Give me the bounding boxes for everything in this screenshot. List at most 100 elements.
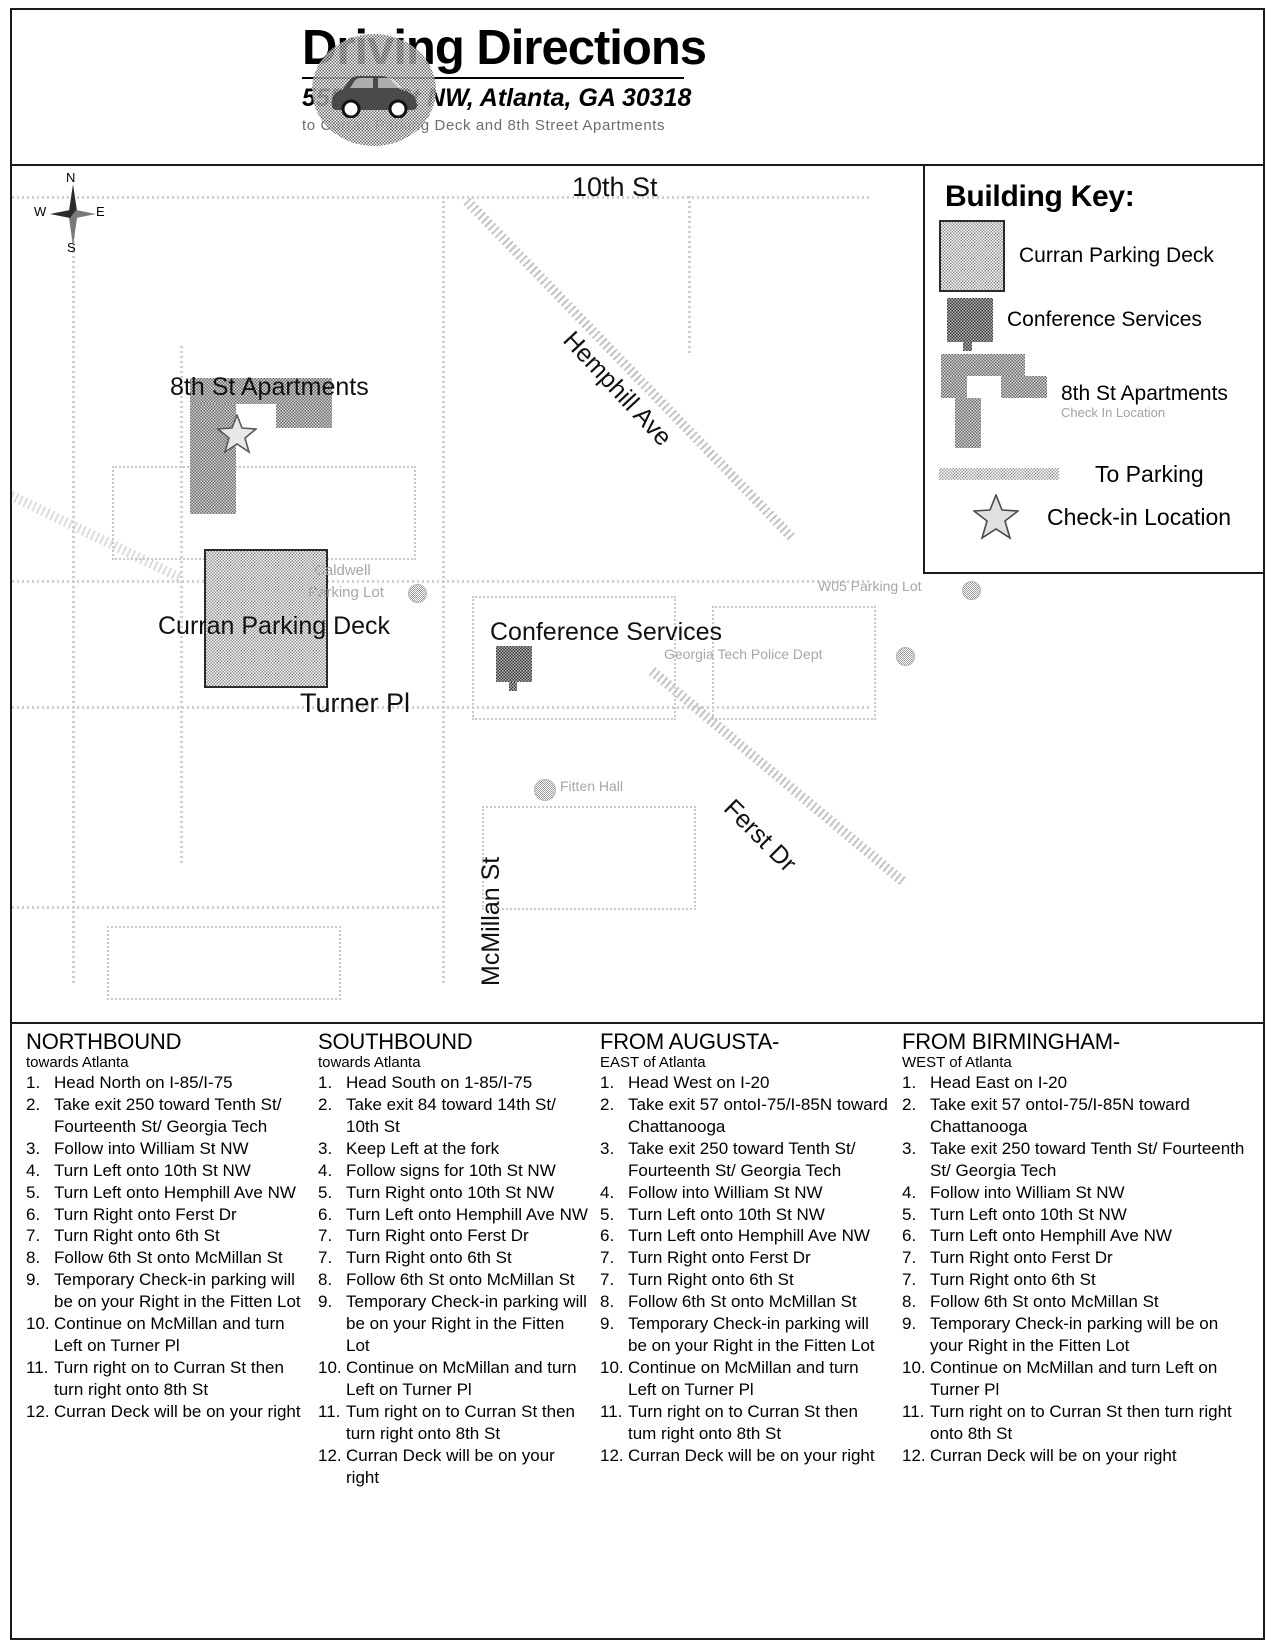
step-number: 7. [902,1270,917,1290]
directions-heading: NORTHBOUND [26,1029,182,1054]
conference-services-swatch-icon [947,298,993,351]
step-number: 7. [600,1248,615,1268]
direction-step: 7. Turn Right onto 6th St [600,1269,890,1291]
map-road-faint [442,196,445,986]
map-label-caldwell-line1: Caldwell [314,562,371,579]
document-header: Driving Directions 555 8th St NW, Atlant… [12,10,1263,166]
direction-step: 1. Head East on I-20 [902,1072,1251,1094]
campus-map[interactable]: N S W E 10th St Hemphill Ave Ferst Dr Mc… [12,166,1263,1024]
compass-needle-icon [50,184,96,246]
step-number: 5. [318,1182,333,1202]
step-number: 12. [600,1445,624,1465]
step-text: Follow into William St NW [930,1182,1125,1202]
map-parcel [107,926,341,1000]
step-text: Head West on I-20 [628,1073,770,1092]
directions-subheading: towards Atlanta [26,1053,129,1071]
step-number: 5. [26,1182,41,1202]
compass-east-label: E [96,204,105,219]
step-text: Turn right on to Curran St then turn rig… [930,1401,1232,1443]
step-number: 6. [26,1204,41,1224]
direction-step: 10. Continue on McMillan and turn Left on… [26,1313,306,1357]
step-number: 8. [600,1292,615,1312]
direction-step: 8. Follow 6th St onto McMillan St [902,1291,1251,1313]
direction-step: 9. Temporary Check-in parking will be on … [902,1313,1251,1357]
step-text: Take exit 57 ontoI-75/I-85N toward Chatt… [930,1094,1190,1136]
curran-deck-swatch-icon [939,220,1005,292]
step-number: 7. [902,1248,917,1268]
step-number: 2. [318,1094,333,1114]
direction-step: 10. Continue on McMillan and turn Left on… [600,1357,890,1401]
map-label-conference-services: Conference Services [490,618,723,646]
direction-step: 1. Head West on I-20 [600,1072,890,1094]
step-text: Turn Left onto 10th St NW [54,1160,251,1180]
step-text: Follow into William St NW [628,1182,823,1202]
map-road-faint [72,206,75,986]
direction-step: 9. Temporary Check-in parking will be on … [600,1313,890,1357]
directions-column-from-augusta: FROM AUGUSTA- EAST of Atlanta 1. Head Wes… [594,1030,896,1628]
page-frame: Driving Directions 555 8th St NW, Atlant… [10,8,1265,1640]
step-number: 6. [902,1226,917,1246]
map-label-gt-police-dept: Georgia Tech Police Dept [664,646,823,662]
building-conference-services[interactable] [496,646,532,682]
step-text: Take exit 250 toward Tenth St/ Fourteent… [54,1094,282,1136]
step-text: Continue on McMillan and turn Left on Tu… [628,1357,859,1399]
step-text: Temporary Check-in parking will be on yo… [930,1314,1219,1356]
step-number: 11. [318,1401,341,1421]
directions-column-northbound: NORTHBOUND towards Atlanta 1. Head North … [20,1030,312,1628]
directions-subheading: EAST of Atlanta [600,1053,706,1071]
apartments-swatch-icon [939,354,1047,448]
step-number: 3. [902,1138,917,1158]
step-number: 1. [902,1073,917,1092]
direction-step: 5. Turn Left onto 10th St NW [600,1204,890,1226]
map-parcel [482,806,696,910]
direction-step: 8. Follow 6th St onto McMillan St [318,1269,588,1291]
step-number: 10. [318,1357,342,1377]
directions-column-southbound: SOUTHBOUND towards Atlanta 1. Head South … [312,1030,594,1628]
map-label-hemphill-ave: Hemphill Ave [557,326,678,452]
key-label-8th-st-apartments-sub: Check In Location [1061,404,1166,420]
direction-step: 4. Turn Left onto 10th St NW [26,1160,306,1182]
step-text: Turn Right onto Ferst Dr [346,1226,529,1246]
building-conference-services-stub [509,682,517,691]
key-row-to-parking: To Parking [939,462,1249,486]
step-number: 1. [318,1073,333,1092]
direction-step: 11. Turn right on to Curran St then turn … [902,1401,1251,1445]
direction-step: 12. Curran Deck will be on your right [318,1445,588,1489]
direction-step: 2. Take exit 57 ontoI-75/I-85N toward Cha… [902,1094,1251,1138]
step-number: 9. [902,1314,917,1334]
step-text: Head North on I-85/I-75 [54,1073,233,1092]
compass-west-label: W [34,204,47,219]
key-row-8th-st-apartments: 8th St Apartments Check In Location [939,354,1249,448]
step-text: Curran Deck will be on your right [346,1445,555,1487]
map-label-caldwell-line2: Parking Lot [308,584,384,601]
step-text: Curran Deck will be on your right [930,1445,1177,1465]
directions-step-list: 1. Head East on I-20 2. Take exit 57 ontoI… [902,1072,1251,1467]
step-text: Take exit 250 toward Tenth St/ Fourteent… [628,1138,856,1180]
car-icon [312,34,436,146]
map-label-curran-parking-deck: Curran Parking Deck [158,612,391,640]
step-number: 2. [902,1094,917,1114]
step-text: Turn Right onto Ferst Dr [54,1204,237,1224]
step-text: Follow 6th St onto McMillan St [628,1292,857,1312]
step-text: Take exit 57 ontoI-75/I-85N toward Chatt… [628,1094,888,1136]
directions-subheading: towards Atlanta [318,1053,421,1071]
map-parcel [112,466,416,560]
step-number: 10. [902,1357,926,1377]
step-text: Follow 6th St onto McMillan St [54,1248,283,1268]
direction-step: 7. Turn Right onto 6th St [26,1225,306,1247]
map-label-w05-parking-lot: W05 Parking Lot [818,578,922,594]
step-number: 1. [26,1073,41,1092]
step-number: 8. [26,1248,41,1268]
step-number: 2. [600,1094,615,1114]
step-text: Continue on McMillan and turn Left on Tu… [930,1357,1218,1399]
directions-step-list: 1. Head South on 1-85/I-75 2. Take exit 84… [318,1072,588,1489]
directions-subheading: WEST of Atlanta [902,1053,1012,1071]
check-in-star-swatch-icon [971,492,1021,540]
map-poi-dot [896,647,915,666]
direction-step: 11. Turn right on to Curran St then turn … [26,1357,306,1401]
building-8th-st-apartments-wing2[interactable] [276,404,332,428]
step-text: Turn right on to Curran St then tum righ… [628,1401,858,1443]
to-parking-swatch-icon [939,468,1059,481]
step-text: Turn Right onto 6th St [54,1226,220,1246]
direction-step: 8. Follow 6th St onto McMillan St [600,1291,890,1313]
